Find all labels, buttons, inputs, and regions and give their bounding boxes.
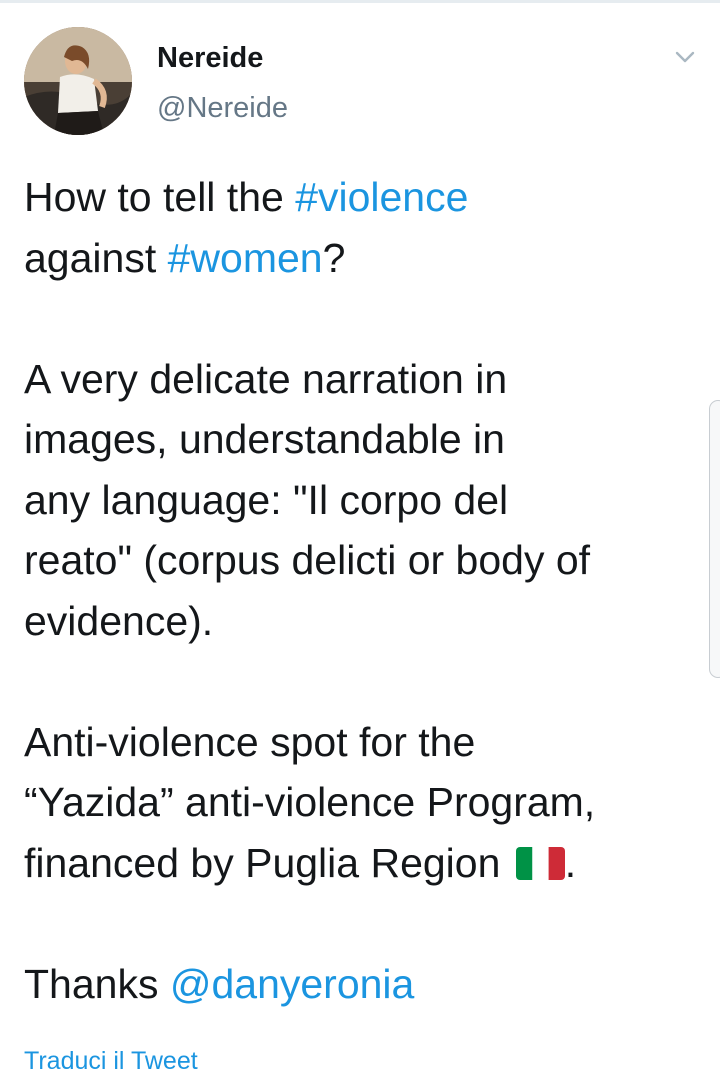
- tweet-text-segment: Thanks: [24, 960, 170, 1007]
- profile-photo-icon: [24, 27, 132, 135]
- tweet-text-segment: .: [564, 839, 577, 886]
- author-display-name[interactable]: Nereide: [157, 40, 263, 76]
- mention-link[interactable]: @danyeronia: [170, 961, 415, 1007]
- tweet-card: Nereide @Nereide How to tell the #violen…: [0, 0, 720, 1084]
- scrollbar[interactable]: [709, 400, 720, 678]
- tweet-paragraph: Anti-violence spot for the “Yazida” anti…: [24, 718, 596, 886]
- tweet-text-segment: ?: [322, 234, 346, 281]
- translate-tweet-link[interactable]: Traduci il Tweet: [24, 1045, 198, 1077]
- hashtag-link[interactable]: #violence: [295, 174, 468, 220]
- author-handle[interactable]: @Nereide: [157, 90, 288, 126]
- avatar[interactable]: [24, 27, 132, 135]
- tweet-paragraph: A very delicate narration in images, und…: [24, 355, 591, 644]
- chevron-down-icon[interactable]: [670, 44, 700, 70]
- hashtag-link[interactable]: #women: [168, 235, 323, 281]
- tweet-text-segment: against: [24, 234, 168, 281]
- italian-flag-icon: [515, 846, 565, 880]
- tweet-text-segment: How to tell the: [24, 174, 296, 220]
- tweet-text: How to tell the #violence against #women…: [24, 167, 704, 1014]
